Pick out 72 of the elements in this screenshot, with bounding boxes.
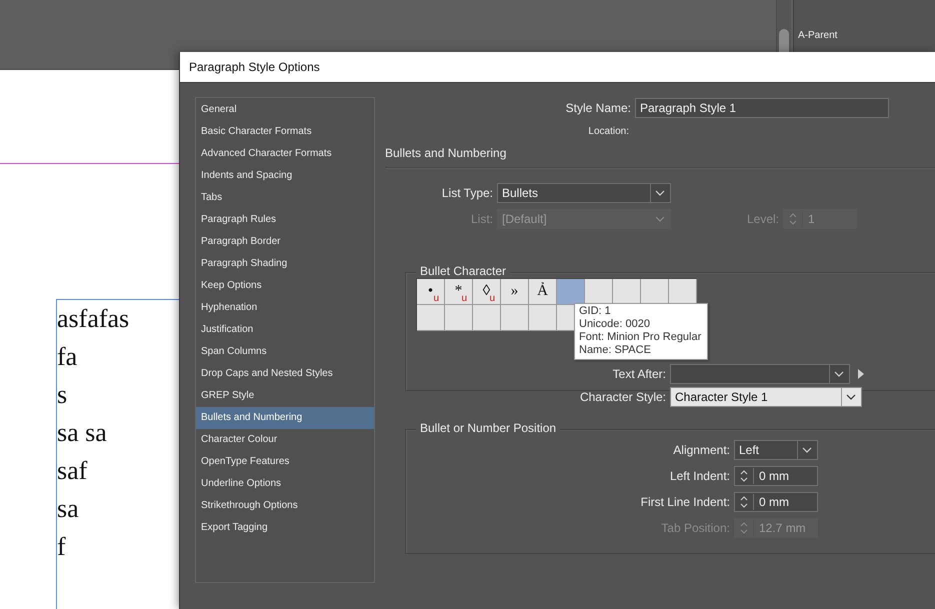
category-item[interactable]: General <box>196 99 374 121</box>
character-style-dropdown[interactable]: Character Style 1 <box>670 387 862 407</box>
field-label: Left Indent: <box>668 469 731 483</box>
chevron-down-icon <box>802 447 812 453</box>
field-label: List: <box>470 212 494 226</box>
chevron-down-icon <box>834 371 844 377</box>
document-text: asfafas <box>57 303 130 335</box>
category-item[interactable]: Paragraph Border <box>196 231 374 253</box>
tooltip-text: Font: Minion Pro Regular <box>579 331 702 344</box>
text-after-field[interactable] <box>670 364 850 384</box>
document-text: f <box>57 531 66 563</box>
number-spinner[interactable]: 0 mm <box>734 492 818 512</box>
field-label: Style Name: <box>564 101 632 115</box>
chevron-down-icon <box>846 394 856 400</box>
glyph-cell[interactable]: Ả <box>529 279 557 305</box>
category-item[interactable]: Drop Caps and Nested Styles <box>196 363 374 385</box>
group-title: Bullet or Number Position <box>416 421 560 435</box>
glyph-cell[interactable]: » <box>501 279 529 305</box>
category-item[interactable]: Advanced Character Formats <box>196 143 374 165</box>
alignment-dropdown[interactable]: Left <box>734 440 818 460</box>
tooltip-text: Unicode: 0020 <box>579 318 650 331</box>
document-text: s <box>57 379 68 411</box>
glyph-cell[interactable] <box>445 305 473 331</box>
document-text: sa sa <box>57 417 107 449</box>
glyph-cell[interactable] <box>417 305 445 331</box>
category-item[interactable]: Hyphenation <box>196 297 374 319</box>
category-item[interactable]: Character Colour <box>196 429 374 451</box>
glyph-cell[interactable] <box>613 279 641 305</box>
chevron-down-icon <box>655 216 665 222</box>
field-label: First Line Indent: <box>640 495 731 509</box>
tooltip-text: Name: SPACE <box>579 344 651 357</box>
category-item[interactable]: Justification <box>196 319 374 341</box>
category-item[interactable]: GREP Style <box>196 385 374 407</box>
category-item[interactable]: Basic Character Formats <box>196 121 374 143</box>
section-title: Bullets and Numbering <box>385 146 506 160</box>
field-label: Location: <box>587 126 630 137</box>
field-label: Tab Position: <box>660 521 731 535</box>
chevron-down-icon <box>655 190 665 196</box>
glyph-cell[interactable] <box>473 305 501 331</box>
category-item[interactable]: Strikethrough Options <box>196 495 374 517</box>
document-text: fa <box>57 341 78 373</box>
field-label: Level: <box>746 212 780 226</box>
number-spinner[interactable]: 0 mm <box>734 466 818 486</box>
category-item[interactable]: Export Tagging <box>196 517 374 539</box>
glyph-cell[interactable] <box>529 305 557 331</box>
category-item[interactable]: Paragraph Rules <box>196 209 374 231</box>
category-item[interactable]: Underline Options <box>196 473 374 495</box>
category-item[interactable]: Bullets and Numbering <box>196 407 374 429</box>
tooltip-text: GID: 1 <box>579 305 611 318</box>
category-item[interactable]: Span Columns <box>196 341 374 363</box>
list-type-dropdown[interactable]: Bullets <box>497 183 671 203</box>
category-item[interactable]: Keep Options <box>196 275 374 297</box>
glyph-cell[interactable] <box>669 279 697 305</box>
glyph-cell[interactable] <box>557 279 585 305</box>
group-title: Bullet Character <box>416 264 510 278</box>
glyph-cell[interactable] <box>641 279 669 305</box>
glyph-cell[interactable] <box>501 305 529 331</box>
field-label: Character Style: <box>578 390 667 404</box>
style-name-field[interactable]: Paragraph Style 1 <box>635 98 889 118</box>
page-item[interactable]: A-Parent <box>794 30 838 41</box>
category-item[interactable]: Tabs <box>196 187 374 209</box>
menu-arrow-icon[interactable] <box>858 369 864 379</box>
field-label: Alignment: <box>672 443 731 457</box>
category-item[interactable]: OpenType Features <box>196 451 374 473</box>
category-item[interactable]: Paragraph Shading <box>196 253 374 275</box>
window-title: Paragraph Style Options <box>189 60 320 74</box>
glyph-cell[interactable] <box>585 279 613 305</box>
field-label: List Type: <box>440 186 494 200</box>
document-text: sa <box>57 493 79 525</box>
category-item[interactable]: Indents and Spacing <box>196 165 374 187</box>
field-label: Text After: <box>612 367 667 381</box>
document-text: saf <box>57 455 88 487</box>
